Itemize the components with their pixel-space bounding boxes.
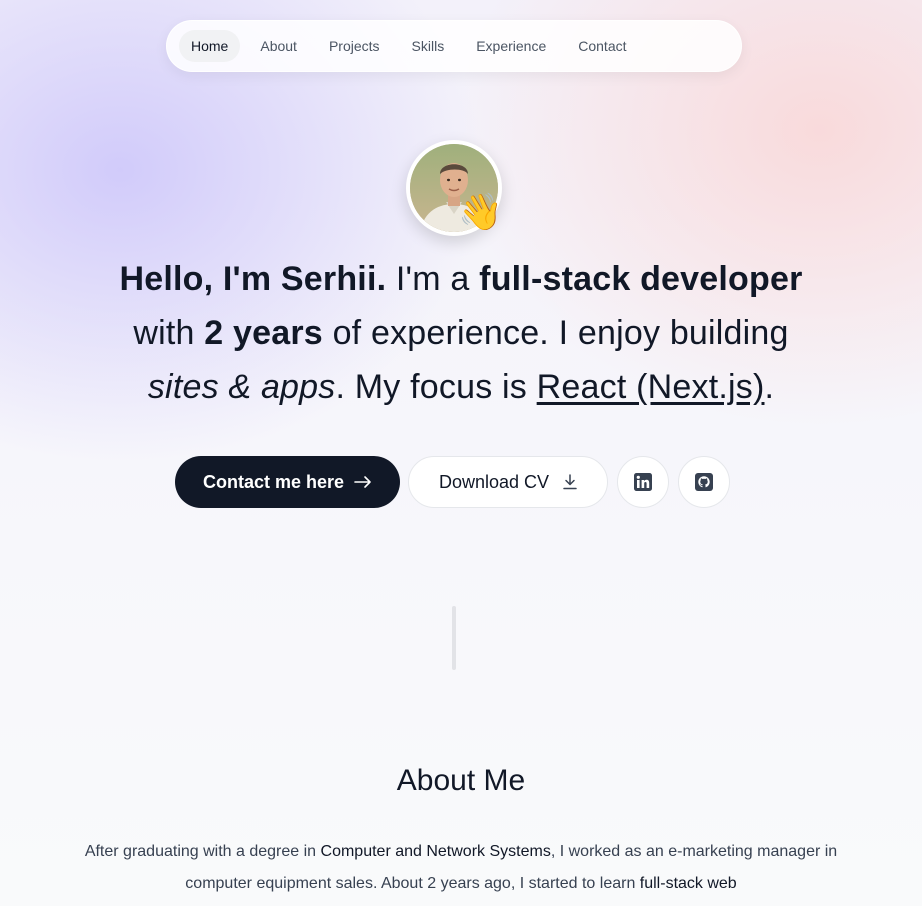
linkedin-icon — [634, 473, 652, 491]
headline-emphasis: sites & apps — [147, 368, 336, 406]
nav-item-experience[interactable]: Experience — [464, 30, 558, 62]
waving-hand-icon: 👋 — [458, 191, 503, 232]
about-highlight: full-stack web — [639, 875, 737, 892]
nav-item-contact[interactable]: Contact — [566, 30, 638, 62]
hero-actions: Contact me here Download CV — [175, 456, 730, 508]
github-button[interactable] — [678, 456, 730, 508]
hero-headline: Hello, I'm Serhii. I'm a full-stack deve… — [60, 252, 862, 414]
headline-text: with — [133, 314, 205, 352]
headline-text: of experience. I enjoy building — [322, 314, 789, 352]
nav-item-home[interactable]: Home — [179, 30, 241, 62]
headline-focus: React (Next.js) — [536, 368, 765, 406]
about-section-title: About Me — [396, 764, 526, 797]
headline-greeting: Hello, I'm Serhii. — [119, 260, 387, 298]
nav-item-projects[interactable]: Projects — [317, 30, 392, 62]
arrow-right-icon — [354, 476, 371, 488]
about-text: After graduating with a degree in — [84, 843, 321, 860]
section-divider — [452, 606, 456, 670]
top-navigation: Home About Projects Skills Experience Co… — [166, 20, 742, 72]
github-icon — [695, 473, 713, 491]
headline-text: I'm a — [386, 260, 480, 298]
contact-button-label: Contact me here — [202, 471, 345, 492]
headline-years: 2 years — [204, 314, 323, 352]
download-cv-button[interactable]: Download CV — [408, 456, 608, 508]
nav-item-about[interactable]: About — [248, 30, 309, 62]
download-icon — [563, 474, 577, 490]
nav-item-skills[interactable]: Skills — [400, 30, 457, 62]
download-cv-label: Download CV — [438, 471, 550, 492]
about-degree: Computer and Network Systems — [320, 843, 551, 860]
about-paragraph: After graduating with a degree in Comput… — [80, 836, 842, 900]
avatar-container: 👋 — [406, 140, 503, 236]
headline-text: . — [764, 368, 775, 406]
headline-text: . My focus is — [335, 368, 537, 406]
contact-button[interactable]: Contact me here — [175, 456, 400, 508]
linkedin-button[interactable] — [617, 456, 669, 508]
headline-role: full-stack developer — [479, 260, 803, 298]
